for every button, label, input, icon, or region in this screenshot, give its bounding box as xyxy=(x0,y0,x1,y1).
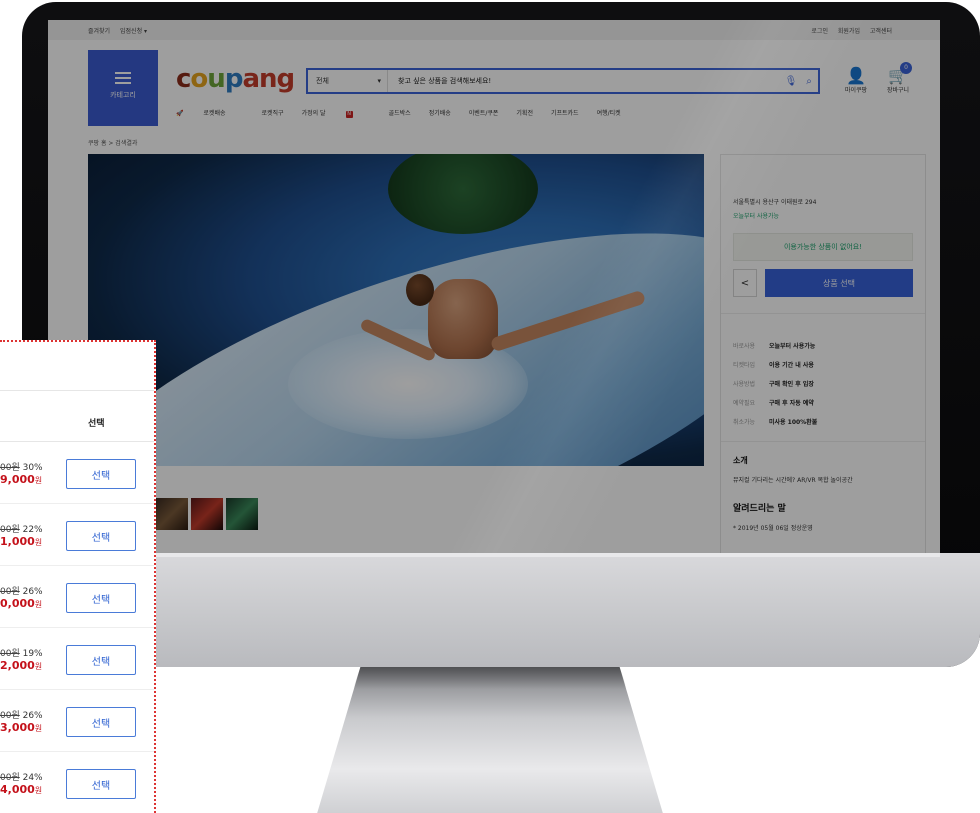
nav-rocket-jikgu[interactable]: 로켓직구 xyxy=(262,108,284,118)
nav-family-month[interactable]: 가정의 달N xyxy=(302,108,371,118)
top-util-right: 로그인 회원가입 고객센터 xyxy=(811,26,900,35)
share-icon[interactable]: < xyxy=(733,269,757,297)
top-util-left: 즐겨찾기 입점신청 ▾ xyxy=(88,26,155,35)
rocket-icon: 🚀 xyxy=(176,110,184,117)
nav-subscription[interactable]: 정기배송 xyxy=(429,108,451,118)
top-utility-bar: 즐겨찾기 입점신청 ▾ 로그인 회원가입 고객센터 xyxy=(48,20,940,40)
main-nav: 🚀 로켓배송 로켓직구 가정의 달N 골드박스 정기배송 이벤트/쿠폰 기획전 … xyxy=(176,108,639,118)
cart-label: 장바구니 xyxy=(886,87,910,94)
option-select-button[interactable]: 선택 xyxy=(66,645,136,675)
info-row: 취소가능 미사용 100%환불 xyxy=(733,419,818,426)
option-row: 00원 19% 2,000원 선택 xyxy=(0,628,154,690)
monitor-chin xyxy=(22,553,980,667)
my-coupang-button[interactable]: 👤 마이쿠팡 xyxy=(836,66,876,94)
info-row: 예약필요 구매 후 자동 예약 xyxy=(733,400,814,407)
purchase-panel: 서울특별시 용산구 이태원로 294 오늘부터 사용가능 이용가능한 상품이 없… xyxy=(720,154,926,553)
address-text: 서울특별시 용산구 이태원로 294 xyxy=(733,199,817,206)
my-coupang-label: 마이쿠팡 xyxy=(844,87,868,94)
favorites-link[interactable]: 즐겨찾기 xyxy=(88,28,110,35)
screen: 즐겨찾기 입점신청 ▾ 로그인 회원가입 고객센터 카테고리 coupang 전… xyxy=(48,20,940,553)
product-hero-image xyxy=(88,154,704,466)
coupang-logo[interactable]: coupang xyxy=(176,64,295,94)
option-select-button[interactable]: 선택 xyxy=(66,769,136,799)
option-row: 00원 26% 0,000원 선택 xyxy=(0,566,154,628)
ticket-info-list: 바로사용 오늘부터 사용가능 티켓타입 이용 기간 내 사용 사용방법 구매 확인 후… xyxy=(733,337,817,432)
option-select-button[interactable]: 선택 xyxy=(66,583,136,613)
option-row: 00원 22% 1,000원 선택 xyxy=(0,504,154,566)
info-row: 바로사용 오늘부터 사용가능 xyxy=(733,343,816,350)
no-product-notice: 이용가능한 상품이 없어요! xyxy=(733,233,913,261)
option-select-button[interactable]: 선택 xyxy=(66,521,136,551)
nav-rocket-delivery[interactable]: 🚀 로켓배송 xyxy=(176,108,244,118)
chevron-down-icon: ▾ xyxy=(377,77,381,85)
seller-link[interactable]: 입점신청 ▾ xyxy=(120,28,147,35)
info-row: 사용방법 구매 확인 후 입장 xyxy=(733,381,814,388)
cart-button[interactable]: 🛒 0 장바구니 xyxy=(878,62,918,94)
notice-text: * 2019년 05월 06일 정상운영 xyxy=(733,525,813,532)
breadcrumb: 쿠팡 홈 > 검색결과 xyxy=(88,140,138,147)
product-select-button[interactable]: 상품 선택 xyxy=(765,269,913,297)
info-row: 티켓타입 이용 기간 내 사용 xyxy=(733,362,814,369)
option-select-button[interactable]: 선택 xyxy=(66,707,136,737)
category-label: 카테고리 xyxy=(110,91,136,99)
new-badge-icon: N xyxy=(345,111,353,118)
monitor-chin-rim xyxy=(48,553,940,557)
thumbnail[interactable] xyxy=(156,498,188,530)
notice-heading: 알려드리는 말 xyxy=(733,504,786,514)
help-link[interactable]: 고객센터 xyxy=(870,28,892,35)
signup-link[interactable]: 회원가입 xyxy=(838,28,860,35)
nav-goldbox[interactable]: 골드박스 xyxy=(389,108,411,118)
cart-count-badge: 0 xyxy=(900,62,912,74)
option-row: 00원 26% 3,000원 선택 xyxy=(0,690,154,752)
cart-icon: 🛒 xyxy=(888,66,908,85)
option-select-button[interactable]: 선택 xyxy=(66,459,136,489)
column-header: 선택 xyxy=(0,402,154,442)
availability-text: 오늘부터 사용가능 xyxy=(733,213,780,220)
search-bar: 전체 ▾ 찾고 싶은 상품을 검색해보세요! 🎙 ⌕ xyxy=(306,68,820,94)
nav-travel[interactable]: 여행/티켓 xyxy=(597,108,621,118)
option-list-card: 선택 00원 30% 9,000원 선택 00원 22% 1,000원 선택 0… xyxy=(0,340,156,813)
nav-exhibitions[interactable]: 기획전 xyxy=(516,108,533,118)
category-menu-button[interactable]: 카테고리 xyxy=(88,50,158,126)
intro-text: 뮤지컬 기다리는 시간에? AR/VR 복합 놀이공간 xyxy=(733,477,853,484)
thumbnail[interactable] xyxy=(191,498,223,530)
mic-icon[interactable]: 🎙 xyxy=(782,76,800,87)
option-row: 00원 30% 9,000원 선택 xyxy=(0,442,154,504)
search-input[interactable]: 찾고 싶은 상품을 검색해보세요! xyxy=(388,76,782,86)
thumbnail-strip xyxy=(156,498,261,530)
search-scope-select[interactable]: 전체 ▾ xyxy=(308,70,388,92)
option-row: 00원 24% 4,000원 선택 xyxy=(0,752,154,813)
nav-giftcard[interactable]: 기프트카드 xyxy=(551,108,579,118)
user-icon: 👤 xyxy=(846,66,866,85)
stage: 즐겨찾기 입점신청 ▾ 로그인 회원가입 고객센터 카테고리 coupang 전… xyxy=(0,0,980,813)
nav-events[interactable]: 이벤트/쿠폰 xyxy=(469,108,499,118)
thumbnail[interactable] xyxy=(226,498,258,530)
intro-heading: 소개 xyxy=(733,456,748,465)
search-icon[interactable]: ⌕ xyxy=(800,76,818,87)
login-link[interactable]: 로그인 xyxy=(811,28,828,35)
monitor-stand-shadow xyxy=(353,667,627,689)
hamburger-icon xyxy=(115,72,131,84)
